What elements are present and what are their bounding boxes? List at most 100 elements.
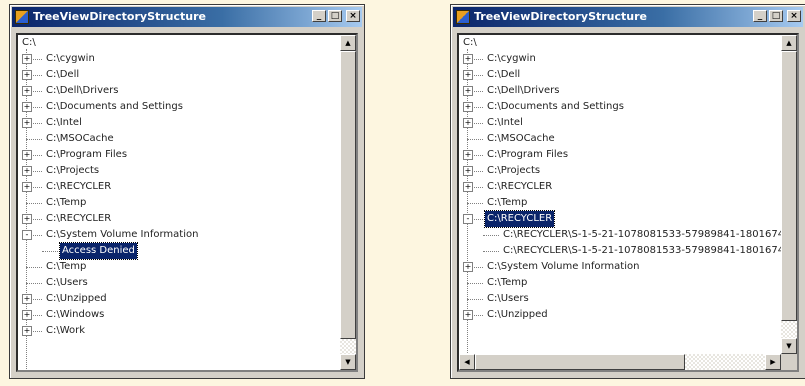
expand-toggle[interactable]: + — [22, 294, 32, 304]
minimize-button[interactable]: _ — [753, 10, 767, 22]
tree-line — [467, 283, 483, 284]
tree-line — [42, 251, 58, 252]
tree-line — [26, 139, 42, 140]
tree-view-container: C:\ + C:\cygwin + C:\Dell + C:\Dell\Drivers + C… — [16, 33, 358, 372]
tree-line — [467, 203, 483, 204]
expand-toggle[interactable]: + — [463, 262, 473, 272]
expand-toggle[interactable]: + — [463, 86, 473, 96]
tree-line — [26, 203, 42, 204]
tree-node-c-recycler[interactable]: C:\RECYCLER — [44, 179, 113, 195]
horizontal-scroll-thumb[interactable] — [475, 354, 685, 370]
tree-line — [483, 251, 499, 252]
close-button[interactable]: × — [787, 10, 801, 22]
expand-toggle[interactable]: + — [463, 70, 473, 80]
tree-node-c-program-files[interactable]: C:\Program Files — [44, 147, 129, 163]
expand-toggle[interactable]: + — [22, 54, 32, 64]
tree-node-c-projects[interactable]: C:\Projects — [44, 163, 101, 179]
tree-node-c-temp[interactable]: C:\Temp — [44, 195, 88, 211]
expand-toggle[interactable]: + — [463, 54, 473, 64]
tree-view-container: C:\ + C:\cygwin + C:\Dell + C:\Dell\Drivers + C… — [457, 33, 799, 372]
minimize-button[interactable]: _ — [312, 10, 326, 22]
tree-node-c-recycler[interactable]: C:\RECYCLER — [483, 210, 556, 228]
expand-toggle[interactable]: + — [22, 102, 32, 112]
scrollbar-corner — [781, 354, 797, 370]
tree-line — [467, 139, 483, 140]
tree-node-c-work[interactable]: C:\Work — [44, 323, 87, 339]
window-title: TreeViewDirectoryStructure — [474, 10, 648, 23]
app-icon — [456, 10, 470, 24]
tree-node-c-temp[interactable]: C:\Temp — [485, 275, 529, 291]
tree-node-c-temp[interactable]: C:\Temp — [485, 195, 529, 211]
vertical-scrollbar[interactable]: ▲ ▼ — [781, 35, 797, 354]
title-bar[interactable]: TreeViewDirectoryStructure _ □ × — [12, 7, 362, 27]
tree-node-c-dell-drivers[interactable]: C:\Dell\Drivers — [485, 83, 561, 99]
tree-node-c-projects[interactable]: C:\Projects — [485, 163, 542, 179]
expand-toggle[interactable]: + — [22, 86, 32, 96]
tree-node-c-documents-and-settings[interactable]: C:\Documents and Settings — [485, 99, 626, 115]
scroll-left-button[interactable]: ◀ — [459, 354, 475, 370]
tree-node-c-program-files[interactable]: C:\Program Files — [485, 147, 570, 163]
tree-node-c-dell[interactable]: C:\Dell — [485, 67, 522, 83]
scroll-up-button[interactable]: ▲ — [340, 35, 356, 51]
expand-toggle[interactable]: + — [463, 166, 473, 176]
scroll-down-button[interactable]: ▼ — [340, 354, 356, 370]
tree-node-c-temp[interactable]: C:\Temp — [44, 259, 88, 275]
tree-node-c-dell[interactable]: C:\Dell — [44, 67, 81, 83]
tree-node-c-system-volume-information[interactable]: C:\System Volume Information — [44, 227, 200, 243]
tree-node-c-intel[interactable]: C:\Intel — [44, 115, 84, 131]
scroll-thumb[interactable] — [340, 51, 356, 339]
tree-node-c-users[interactable]: C:\Users — [44, 275, 90, 291]
tree-node-c-msocache[interactable]: C:\MSOCache — [485, 131, 557, 147]
tree-node-c-system-volume-information[interactable]: C:\System Volume Information — [485, 259, 641, 275]
tree-node-c-intel[interactable]: C:\Intel — [485, 115, 525, 131]
tree-node-c-unzipped[interactable]: C:\Unzipped — [485, 307, 550, 323]
tree-node-c-recycler-s-1-5-21-1078081533-57989841-1801674531-1008[interactable]: C:\RECYCLER\S-1-5-21-1078081533-57989841… — [501, 243, 797, 259]
app-icon — [15, 10, 29, 24]
tree-view[interactable]: C:\ + C:\cygwin + C:\Dell + C:\Dell\Drivers + C… — [459, 35, 797, 359]
tree-node-c-dell-drivers[interactable]: C:\Dell\Drivers — [44, 83, 120, 99]
tree-view[interactable]: C:\ + C:\cygwin + C:\Dell + C:\Dell\Drivers + C… — [18, 35, 340, 370]
expand-toggle[interactable]: + — [22, 118, 32, 128]
tree-node-access-denied[interactable]: Access Denied — [59, 242, 138, 260]
tree-node-c-documents-and-settings[interactable]: C:\Documents and Settings — [44, 99, 185, 115]
tree-node-c-unzipped[interactable]: C:\Unzipped — [44, 291, 109, 307]
tree-node-c-recycler-s-1-5-21-1078081533-57989841-1801674531-500[interactable]: C:\RECYCLER\S-1-5-21-1078081533-57989841… — [501, 227, 797, 243]
scroll-thumb[interactable] — [781, 51, 797, 321]
horizontal-scrollbar[interactable]: ◀ ▶ — [459, 354, 781, 370]
expand-toggle[interactable]: + — [463, 118, 473, 128]
maximize-button[interactable]: □ — [769, 10, 783, 22]
vertical-scrollbar[interactable]: ▲ ▼ — [340, 35, 356, 370]
expand-toggle[interactable]: + — [463, 310, 473, 320]
tree-root[interactable]: C:\ — [20, 35, 38, 51]
tree-line — [483, 235, 499, 236]
tree-node-c-recycler[interactable]: C:\RECYCLER — [44, 211, 113, 227]
expand-toggle[interactable]: + — [22, 310, 32, 320]
expand-toggle[interactable]: + — [22, 150, 32, 160]
tree-node-c-recycler[interactable]: C:\RECYCLER — [485, 179, 554, 195]
expand-toggle[interactable]: + — [463, 150, 473, 160]
window-left: TreeViewDirectoryStructure _ □ × C:\ + C:… — [9, 4, 365, 379]
expand-toggle[interactable]: + — [22, 214, 32, 224]
tree-root[interactable]: C:\ — [461, 35, 479, 51]
expand-toggle[interactable]: + — [22, 70, 32, 80]
tree-node-c-cygwin[interactable]: C:\cygwin — [44, 51, 97, 67]
tree-line — [26, 283, 42, 284]
title-bar[interactable]: TreeViewDirectoryStructure _ □ × — [453, 7, 803, 27]
expand-toggle[interactable]: + — [22, 166, 32, 176]
tree-node-c-msocache[interactable]: C:\MSOCache — [44, 131, 116, 147]
collapse-toggle[interactable]: - — [463, 214, 473, 224]
expand-toggle[interactable]: + — [463, 102, 473, 112]
close-button[interactable]: × — [346, 10, 360, 22]
expand-toggle[interactable]: + — [22, 182, 32, 192]
tree-line — [26, 267, 42, 268]
tree-node-c-cygwin[interactable]: C:\cygwin — [485, 51, 538, 67]
tree-node-c-users[interactable]: C:\Users — [485, 291, 531, 307]
tree-node-c-windows[interactable]: C:\Windows — [44, 307, 106, 323]
scroll-up-button[interactable]: ▲ — [781, 35, 797, 51]
expand-toggle[interactable]: + — [463, 182, 473, 192]
scroll-down-button[interactable]: ▼ — [781, 338, 797, 354]
scroll-right-button[interactable]: ▶ — [765, 354, 781, 370]
collapse-toggle[interactable]: - — [22, 230, 32, 240]
expand-toggle[interactable]: + — [22, 326, 32, 336]
maximize-button[interactable]: □ — [328, 10, 342, 22]
